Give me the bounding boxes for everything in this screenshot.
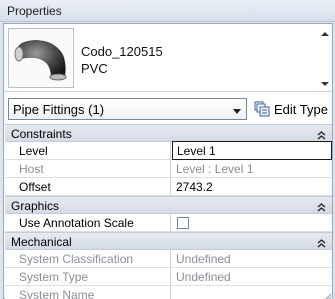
property-name: System Type bbox=[5, 268, 171, 285]
property-name: Level bbox=[5, 142, 171, 159]
group-header-graphics[interactable]: Graphics bbox=[5, 196, 332, 214]
element-type-selector[interactable]: Pipe Fittings (1) bbox=[8, 98, 247, 120]
pipe-elbow-icon bbox=[8, 28, 74, 88]
property-row-level[interactable]: Level Level 1 bbox=[5, 141, 332, 160]
scroll-up-icon[interactable] bbox=[320, 28, 330, 38]
group-header-mechanical[interactable]: Mechanical bbox=[5, 232, 332, 250]
group-header-constraints[interactable]: Constraints bbox=[5, 124, 332, 142]
annotation-scale-value bbox=[172, 214, 332, 231]
host-value: Level : Level 1 bbox=[176, 162, 254, 176]
annotation-scale-checkbox[interactable] bbox=[177, 217, 189, 229]
properties-panel: Codo_120515 PVC Pipe Fittings (1) Edit T… bbox=[3, 23, 333, 299]
type-name: Codo_120515 bbox=[81, 44, 163, 59]
property-name: Host bbox=[5, 160, 171, 177]
property-row-system-name: System Name bbox=[5, 286, 332, 299]
scroll-down-icon[interactable] bbox=[320, 78, 330, 88]
property-name: Use Annotation Scale bbox=[5, 214, 171, 231]
system-classification-value: Undefined bbox=[176, 252, 231, 266]
level-value-input[interactable]: Level 1 bbox=[172, 141, 332, 160]
property-name: System Classification bbox=[5, 250, 171, 267]
properties-title-bar: Properties bbox=[0, 0, 335, 22]
collapse-icon[interactable] bbox=[317, 201, 326, 212]
edit-type-button[interactable]: Edit Type bbox=[250, 97, 332, 121]
property-row-system-classification: System Classification Undefined bbox=[5, 250, 332, 268]
selector-value: Pipe Fittings (1) bbox=[13, 102, 105, 117]
group-label: Graphics bbox=[11, 199, 60, 213]
property-row-host: Host Level : Level 1 bbox=[5, 160, 332, 178]
edit-type-label: Edit Type bbox=[274, 102, 328, 117]
group-label: Mechanical bbox=[11, 235, 72, 249]
chevron-down-icon bbox=[232, 105, 242, 114]
edit-type-icon bbox=[253, 100, 271, 118]
property-name: System Name bbox=[5, 286, 171, 299]
property-row-system-type: System Type Undefined bbox=[5, 268, 332, 286]
system-type-value: Undefined bbox=[176, 270, 231, 284]
window-title: Properties bbox=[7, 4, 62, 18]
type-material: PVC bbox=[81, 61, 108, 76]
property-name: Offset bbox=[5, 178, 171, 195]
collapse-icon[interactable] bbox=[317, 129, 326, 140]
collapse-icon[interactable] bbox=[317, 237, 326, 248]
property-row-offset[interactable]: Offset 2743.2 bbox=[5, 178, 332, 196]
property-row-annotation-scale[interactable]: Use Annotation Scale bbox=[5, 214, 332, 232]
system-name-value bbox=[172, 286, 332, 299]
group-label: Constraints bbox=[11, 127, 72, 141]
offset-value[interactable]: 2743.2 bbox=[172, 178, 332, 195]
properties-grid: Constraints Level Level 1 Host Level : L… bbox=[5, 124, 332, 299]
type-preview-area: Codo_120515 PVC bbox=[4, 24, 332, 92]
resize-grip-icon[interactable] bbox=[324, 290, 332, 299]
